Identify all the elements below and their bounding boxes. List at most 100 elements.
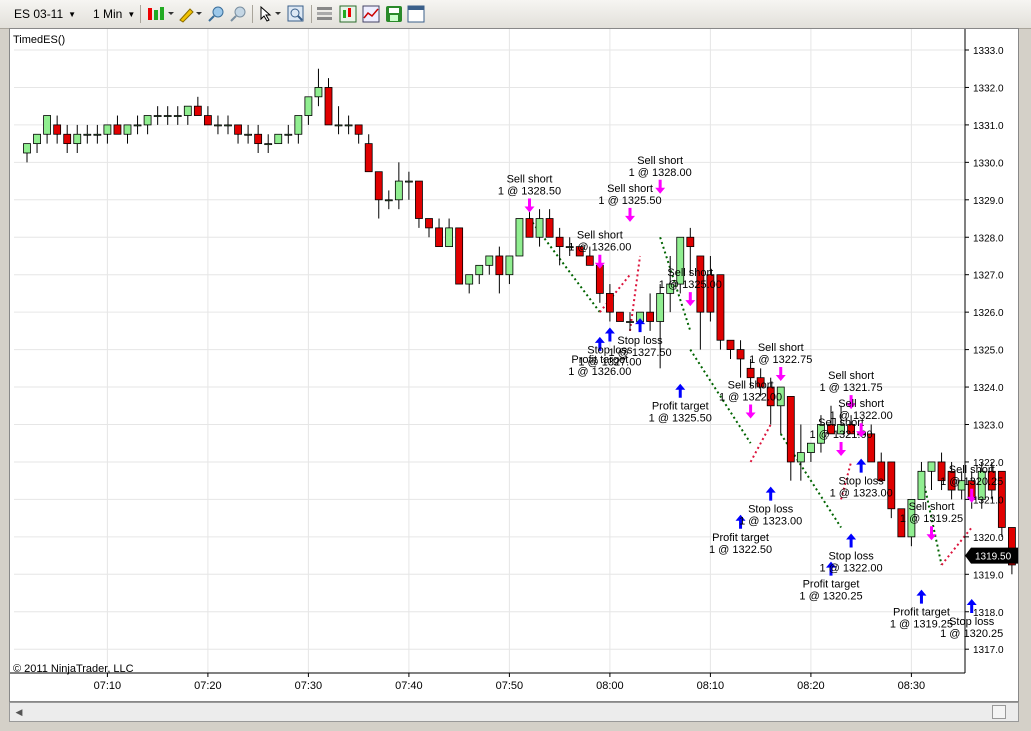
candle-body: [133, 124, 142, 127]
order-label: Profit target: [893, 607, 950, 619]
price-tick-label: 1332.0: [973, 83, 1004, 94]
instrument-label: ES 03-11: [14, 7, 64, 21]
candle-body: [183, 105, 192, 116]
candle-body: [746, 367, 755, 379]
zoom-in-icon[interactable]: [207, 5, 225, 23]
candle-body: [374, 171, 383, 201]
candle-body: [505, 255, 514, 276]
grid-lines: [14, 29, 965, 673]
bar-type-icon[interactable]: [147, 5, 174, 23]
save-icon[interactable]: [385, 5, 403, 23]
order-label: 1 @ 1322.00: [719, 392, 782, 404]
candle-body: [656, 293, 665, 322]
order-label: 1 @ 1326.00: [568, 242, 631, 254]
candle-body: [927, 461, 936, 472]
toolbar-separator: [140, 5, 141, 23]
candle-body: [384, 199, 393, 202]
candle-body: [254, 133, 263, 145]
candle-body: [616, 311, 624, 322]
price-tick-label: 1331.0: [973, 121, 1004, 132]
candle-body: [234, 124, 242, 135]
order-label: Sell short: [577, 230, 623, 242]
window-left-edge: [0, 28, 9, 731]
price-tick-label: 1323.0: [973, 421, 1004, 432]
indicators-icon[interactable]: [362, 5, 380, 23]
candle-body: [736, 349, 745, 360]
candle-body: [917, 470, 926, 500]
price-tick-label: 1321.0: [973, 495, 1004, 506]
price-chart[interactable]: Sell short1 @ 1328.50Sell short1 @ 1326.…: [10, 29, 1018, 701]
candle-body: [726, 339, 735, 350]
order-label: 1 @ 1328.50: [498, 186, 561, 198]
price-tick-label: 1320.0: [973, 533, 1004, 544]
price-tick-label: 1333.0: [973, 46, 1004, 57]
price-tick-label: 1325.0: [973, 346, 1004, 357]
order-label: 1 @ 1321.75: [820, 382, 883, 394]
candle-body: [425, 218, 433, 229]
chart-properties-icon[interactable]: [316, 5, 334, 23]
chevron-down-icon: ▼: [127, 9, 136, 19]
order-label: 1 @ 1322.50: [709, 544, 772, 556]
candle-body: [244, 133, 253, 136]
chart-toolbar: ES 03-11 ▼ 1 Min ▼: [0, 0, 1031, 29]
order-label: Sell short: [838, 398, 884, 410]
order-label: 1 @ 1319.25: [900, 513, 963, 525]
toolbar-separator: [252, 5, 253, 23]
candle-body: [143, 115, 152, 126]
drawing-pencil-icon[interactable]: [178, 5, 202, 23]
candle-body: [415, 180, 423, 219]
candlesticks: [23, 68, 1016, 575]
zoom-out-icon[interactable]: [229, 5, 247, 23]
order-label: Sell short: [507, 174, 553, 186]
sell-arrow-icon: [685, 292, 696, 307]
time-tick-label: 07:50: [496, 680, 524, 692]
candle-body: [525, 218, 534, 238]
buy-arrow-icon: [856, 458, 867, 473]
order-label: 1 @ 1325.00: [659, 279, 722, 291]
candle-body: [193, 105, 202, 116]
pointer-icon[interactable]: [258, 5, 281, 23]
candle-body: [455, 227, 464, 285]
price-tick-label: 1319.0: [973, 570, 1004, 581]
price-tick-label: 1317.0: [973, 645, 1004, 656]
sell-arrow-icon: [655, 179, 666, 194]
candle-body: [404, 180, 413, 183]
order-label: Sell short: [667, 267, 713, 279]
candle-body: [163, 115, 172, 117]
order-label: Stop loss: [617, 335, 663, 347]
data-box-icon[interactable]: [287, 5, 305, 23]
trade-line: [599, 274, 631, 313]
time-tick-label: 07:10: [94, 680, 122, 692]
horizontal-scrollbar[interactable]: ◀: [9, 702, 1019, 722]
toolbar-separator: [311, 5, 312, 23]
indicator-label: TimedES(): [13, 34, 65, 46]
candle-body: [324, 87, 333, 126]
instrument-selector[interactable]: ES 03-11 ▼: [14, 4, 76, 24]
price-tick-label: 1330.0: [973, 158, 1004, 169]
order-label: 1 @ 1322.75: [749, 354, 812, 366]
strategies-icon[interactable]: [339, 5, 357, 23]
current-price-label: 1319.50: [975, 552, 1012, 563]
candle-body: [334, 124, 343, 127]
candle-body: [284, 133, 293, 136]
candle-body: [435, 227, 443, 248]
candle-body: [304, 96, 313, 116]
candle-body: [314, 87, 323, 98]
time-tick-label: 07:20: [194, 680, 222, 692]
buy-arrow-icon: [765, 486, 776, 501]
interval-selector[interactable]: 1 Min ▼: [93, 4, 135, 24]
candle-body: [364, 143, 373, 173]
order-label: Profit target: [712, 532, 769, 544]
price-tick-label: 1328.0: [973, 233, 1004, 244]
chart-panel[interactable]: Sell short 1 @ 1328.50 Sell short 1 @ 1326.…: [9, 28, 1019, 702]
sell-arrow-icon: [625, 207, 635, 222]
candle-body: [887, 461, 896, 510]
candle-body: [264, 143, 273, 146]
trade-markers: Sell short1 @ 1328.50Sell short1 @ 1326.…: [498, 155, 1003, 640]
scroll-left-arrow[interactable]: ◀: [12, 705, 26, 719]
sell-arrow-icon: [745, 404, 756, 419]
time-tick-label: 08:30: [898, 680, 926, 692]
order-label: Stop loss: [748, 504, 794, 516]
scroll-thumb[interactable]: [992, 705, 1006, 719]
window-icon[interactable]: [407, 5, 425, 23]
